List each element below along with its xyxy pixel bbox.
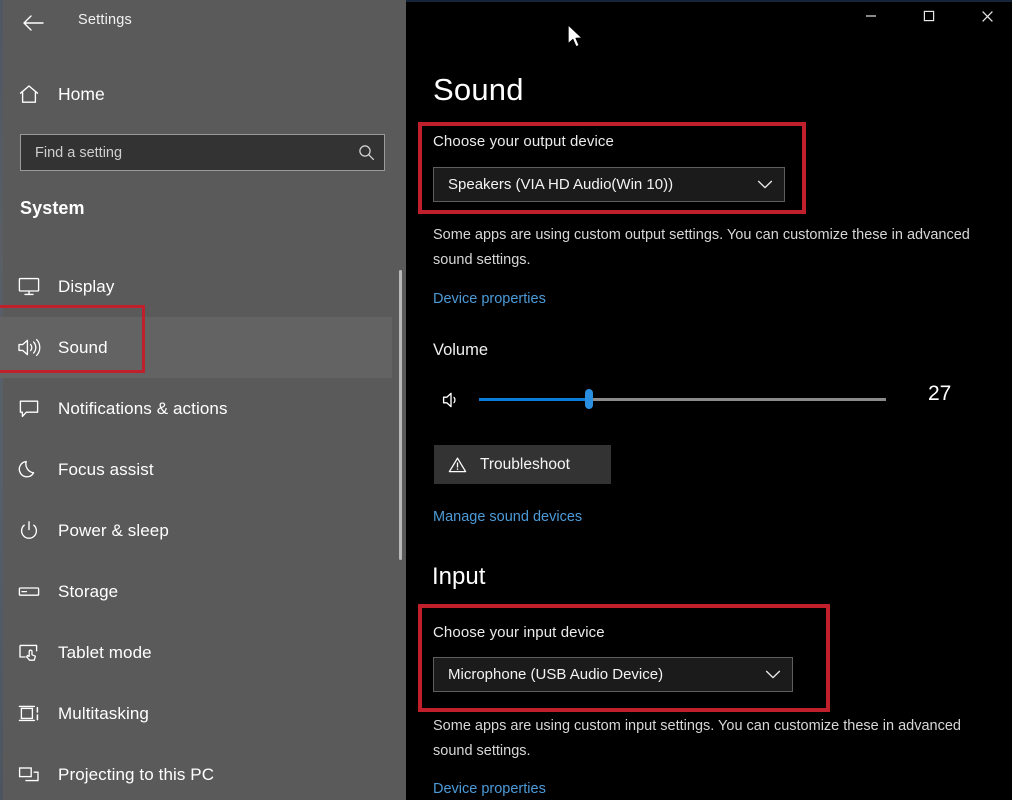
chevron-down-icon — [754, 669, 792, 680]
sound-settings-pane: Sound Choose your output device Speakers… — [406, 0, 1012, 800]
sidebar-item-projecting[interactable]: Projecting to this PC — [0, 744, 392, 800]
sidebar-item-tablet-mode[interactable]: Tablet mode — [0, 622, 392, 683]
sidebar-item-storage-label: Storage — [58, 581, 119, 601]
sidebar-item-multitasking[interactable]: Multitasking — [0, 683, 392, 744]
input-section-heading: Input — [432, 563, 486, 590]
sidebar-item-tablet-mode-label: Tablet mode — [58, 642, 152, 662]
output-device-properties-link[interactable]: Device properties — [433, 291, 546, 307]
sidebar-item-notifications-label: Notifications & actions — [58, 398, 228, 418]
input-device-properties-link[interactable]: Device properties — [433, 781, 546, 797]
maximize-button[interactable] — [906, 0, 952, 32]
search-input[interactable] — [21, 144, 348, 161]
sidebar-item-notifications[interactable]: Notifications & actions — [0, 378, 392, 439]
drive-icon — [0, 581, 58, 602]
troubleshoot-button-label: Troubleshoot — [480, 455, 570, 473]
moon-icon — [0, 459, 58, 480]
sidebar-item-power-sleep-label: Power & sleep — [58, 520, 169, 540]
manage-sound-devices-link[interactable]: Manage sound devices — [433, 509, 582, 525]
sidebar-group-heading: System — [20, 198, 85, 218]
search-field[interactable] — [20, 134, 385, 171]
sidebar-item-display[interactable]: Display — [0, 256, 392, 317]
input-device-label: Choose your input device — [433, 624, 605, 641]
sidebar-item-home-label: Home — [58, 83, 105, 104]
chat-bubble-icon — [0, 398, 58, 419]
sidebar-item-home[interactable]: Home — [0, 75, 392, 113]
project-screen-icon — [0, 764, 58, 785]
volume-value: 27 — [928, 382, 952, 405]
navigation-sidebar: Settings Home System — [0, 0, 406, 800]
volume-slider[interactable] — [479, 389, 886, 409]
power-icon — [0, 520, 58, 541]
volume-control-row: 27 — [433, 381, 978, 419]
speaker-low-icon — [441, 389, 463, 411]
input-device-dropdown[interactable]: Microphone (USB Audio Device) — [433, 657, 793, 692]
output-device-label: Choose your output device — [433, 133, 614, 150]
warning-triangle-icon — [434, 456, 480, 474]
page-title: Sound — [433, 72, 524, 107]
sidebar-item-sound[interactable]: Sound — [0, 317, 392, 378]
back-arrow-icon[interactable] — [18, 10, 48, 36]
output-device-dropdown[interactable]: Speakers (VIA HD Audio(Win 10)) — [433, 167, 785, 202]
sidebar-scrollbar[interactable] — [399, 250, 404, 580]
sidebar-item-storage[interactable]: Storage — [0, 561, 392, 622]
search-icon[interactable] — [348, 144, 384, 161]
sidebar-scrollbar-thumb[interactable] — [399, 270, 402, 560]
sidebar-nav-list: Display Sound Notifications & actions Fo… — [0, 256, 392, 800]
sidebar-item-multitasking-label: Multitasking — [58, 703, 149, 723]
input-description: Some apps are using custom input setting… — [433, 718, 961, 759]
app-title: Settings — [78, 12, 132, 28]
settings-window: Settings Home System — [0, 0, 1012, 800]
volume-label: Volume — [433, 341, 489, 359]
output-device-value: Speakers (VIA HD Audio(Win 10)) — [448, 176, 674, 193]
output-description: Some apps are using custom output settin… — [433, 227, 970, 268]
minimize-button[interactable] — [848, 0, 894, 32]
sidebar-item-display-label: Display — [58, 276, 115, 296]
volume-slider-fill — [479, 398, 589, 401]
monitor-icon — [0, 276, 58, 297]
volume-slider-thumb[interactable] — [584, 389, 593, 409]
troubleshoot-button[interactable]: Troubleshoot — [434, 445, 611, 484]
input-device-value: Microphone (USB Audio Device) — [448, 666, 664, 683]
sidebar-item-focus-assist[interactable]: Focus assist — [0, 439, 392, 500]
sidebar-item-projecting-label: Projecting to this PC — [58, 764, 215, 784]
sidebar-item-sound-label: Sound — [58, 337, 108, 357]
sidebar-item-power-sleep[interactable]: Power & sleep — [0, 500, 392, 561]
tablet-touch-icon — [0, 642, 58, 663]
chevron-down-icon — [746, 179, 784, 190]
speaker-icon — [0, 337, 58, 358]
home-icon — [0, 84, 58, 105]
sidebar-titlebar: Settings — [0, 0, 406, 44]
sidebar-item-focus-assist-label: Focus assist — [58, 459, 154, 479]
close-button[interactable] — [964, 0, 1010, 32]
multitasking-icon — [0, 703, 58, 724]
